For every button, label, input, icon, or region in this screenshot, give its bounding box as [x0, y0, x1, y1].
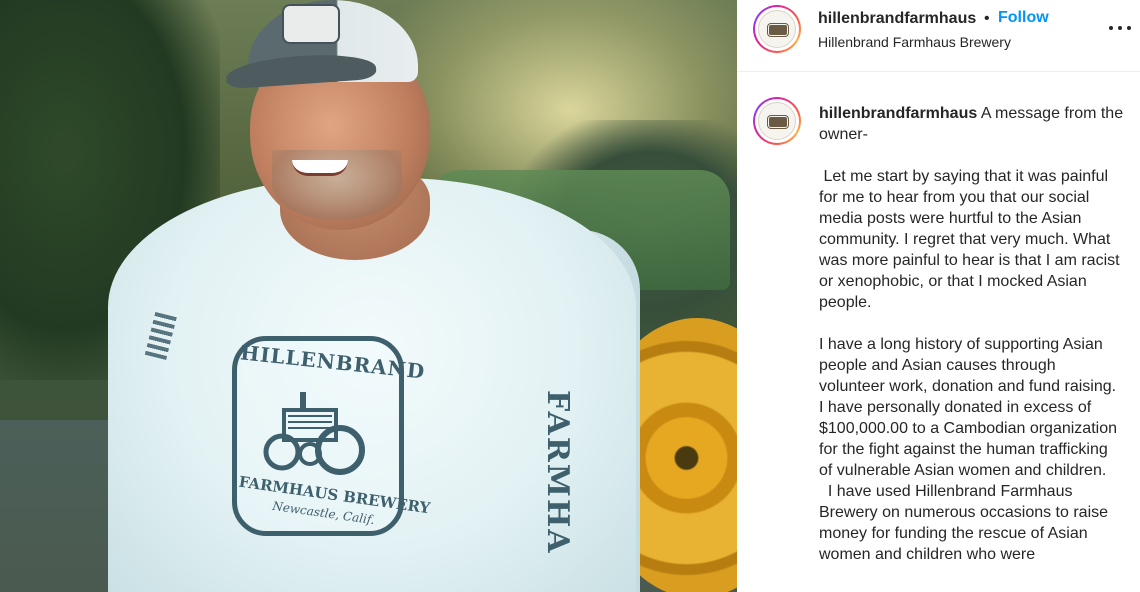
cap-patch — [282, 4, 340, 44]
brewery-logo-avatar-icon — [758, 102, 796, 140]
post-caption: hillenbrandfarmhaus A message from the o… — [819, 103, 1124, 565]
post-photo[interactable]: HILLENBRAND FARMHAUS BREWERY Newcastle, … — [0, 0, 737, 592]
caption-avatar[interactable] — [753, 97, 801, 145]
follow-button[interactable]: Follow — [998, 9, 1049, 27]
separator-dot: • — [984, 10, 990, 27]
tractor-icon — [263, 392, 365, 475]
username-link[interactable]: hillenbrandfarmhaus — [818, 10, 976, 28]
more-options-icon[interactable] — [1109, 18, 1131, 38]
post-header: hillenbrandfarmhaus • Follow Hillenbrand… — [737, 0, 1140, 72]
post-side-panel: hillenbrandfarmhaus • Follow Hillenbrand… — [737, 0, 1140, 592]
sleeve-print-text: FARMHA — [540, 390, 575, 555]
avatar[interactable] — [753, 5, 801, 53]
smile — [292, 160, 348, 176]
location-link[interactable]: Hillenbrand Farmhaus Brewery — [818, 34, 1011, 50]
caption-text: A message from the owner- Let me start b… — [819, 105, 1124, 563]
caption-username-link[interactable]: hillenbrandfarmhaus — [819, 105, 977, 122]
brewery-logo-avatar-icon — [758, 10, 796, 48]
